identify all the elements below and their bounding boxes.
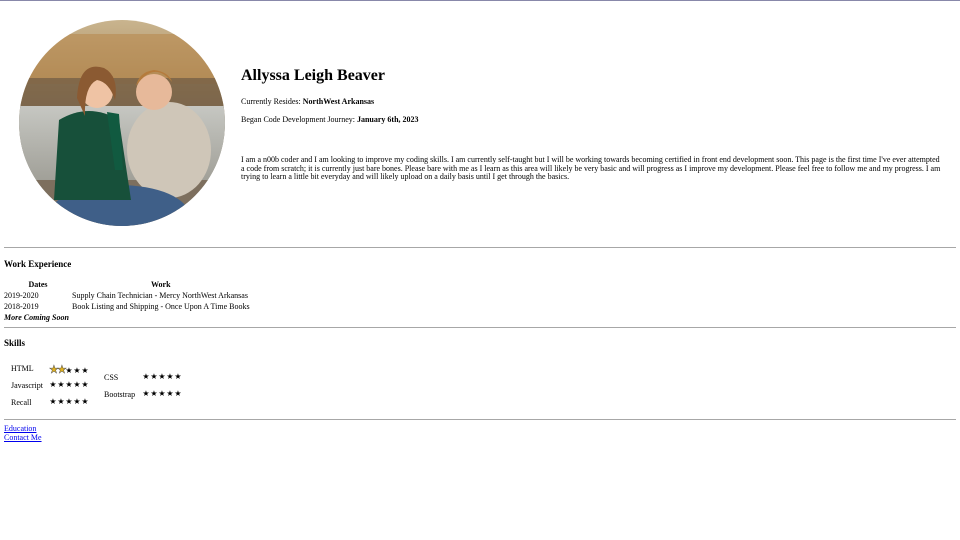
star-icon[interactable]: ★ <box>174 389 182 398</box>
skill-rating: ★★★★★ <box>142 389 182 398</box>
divider <box>4 419 956 420</box>
skills-heading: Skills <box>4 338 26 348</box>
table-cell-work: Book Listing and Shipping - Once Upon A … <box>72 302 250 311</box>
star-icon[interactable]: ★ <box>73 397 81 406</box>
profile-section: Allyssa Leigh Beaver Currently Resides: … <box>19 20 940 230</box>
star-icon[interactable]: ★ <box>81 366 89 375</box>
journey-label: Began Code Development Journey: <box>241 115 357 124</box>
star-icon[interactable]: ★ <box>150 372 158 381</box>
star-filled-icon[interactable]: ★ <box>49 363 59 377</box>
star-icon[interactable]: ★ <box>57 397 65 406</box>
table-cell-dates: 2019-2020 <box>4 291 39 300</box>
star-icon[interactable]: ★ <box>150 389 158 398</box>
work-table: Dates Work 2019-2020 Supply Chain Techni… <box>4 279 250 323</box>
education-link[interactable]: Education <box>4 424 42 433</box>
star-icon[interactable]: ★ <box>73 366 81 375</box>
star-icon[interactable]: ★ <box>174 372 182 381</box>
journey-value: January 6th, 2023 <box>356 115 419 124</box>
work-experience-heading: Work Experience <box>4 259 72 269</box>
star-icon[interactable]: ★ <box>142 389 150 398</box>
dates-header: Dates <box>28 279 48 289</box>
table-row: 2019-2020 Supply Chain Technician - Merc… <box>4 290 250 301</box>
skill-label: CSS <box>104 373 119 382</box>
skill-rating: ★★★★★ <box>49 397 89 406</box>
star-icon[interactable]: ★ <box>49 397 57 406</box>
profile-bio: I am a n00b coder and I am looking to im… <box>241 155 941 181</box>
star-icon[interactable]: ★ <box>158 389 166 398</box>
footer-links: Education Contact Me <box>4 424 42 442</box>
star-icon[interactable]: ★ <box>81 380 89 389</box>
star-icon[interactable]: ★ <box>57 380 65 389</box>
skill-label: HTML <box>11 364 34 373</box>
skill-rating: ★★★★★ <box>49 363 89 377</box>
star-icon[interactable]: ★ <box>166 389 174 398</box>
profile-name: Allyssa Leigh Beaver <box>241 67 385 84</box>
star-icon[interactable]: ★ <box>65 380 73 389</box>
skill-rating: ★★★★★ <box>49 380 89 389</box>
skill-rating: ★★★★★ <box>142 372 182 381</box>
star-icon[interactable]: ★ <box>81 397 89 406</box>
journey-line: Began Code Development Journey: January … <box>241 115 943 125</box>
more-coming-soon: More Coming Soon <box>4 313 69 322</box>
skill-label: Recall <box>11 398 32 407</box>
star-icon[interactable]: ★ <box>166 372 174 381</box>
residence-label: Currently Resides: <box>241 97 303 106</box>
star-icon[interactable]: ★ <box>65 366 73 375</box>
divider <box>4 247 956 248</box>
star-icon[interactable]: ★ <box>73 380 81 389</box>
skill-label: Bootstrap <box>104 390 136 399</box>
star-icon[interactable]: ★ <box>65 397 73 406</box>
table-row: More Coming Soon <box>4 312 250 323</box>
top-border <box>0 0 960 1</box>
profile-info: Allyssa Leigh Beaver Currently Resides: … <box>241 67 943 133</box>
residence-line: Currently Resides: NorthWest Arkansas <box>241 97 943 107</box>
star-icon[interactable]: ★ <box>142 372 150 381</box>
divider <box>4 327 956 328</box>
star-icon[interactable]: ★ <box>49 380 57 389</box>
table-cell-work: Supply Chain Technician - Mercy NorthWes… <box>72 291 248 300</box>
star-filled-icon[interactable]: ★ <box>57 363 67 377</box>
skill-label: Javascript <box>11 381 43 390</box>
work-header: Work <box>151 279 171 289</box>
contact-me-link[interactable]: Contact Me <box>4 433 42 442</box>
table-row: 2018-2019 Book Listing and Shipping - On… <box>4 301 250 312</box>
star-icon[interactable]: ★ <box>158 372 166 381</box>
work-table-header: Dates Work <box>4 279 250 290</box>
profile-photo <box>19 20 225 226</box>
table-cell-dates: 2018-2019 <box>4 302 39 311</box>
residence-value: NorthWest Arkansas <box>302 97 375 106</box>
